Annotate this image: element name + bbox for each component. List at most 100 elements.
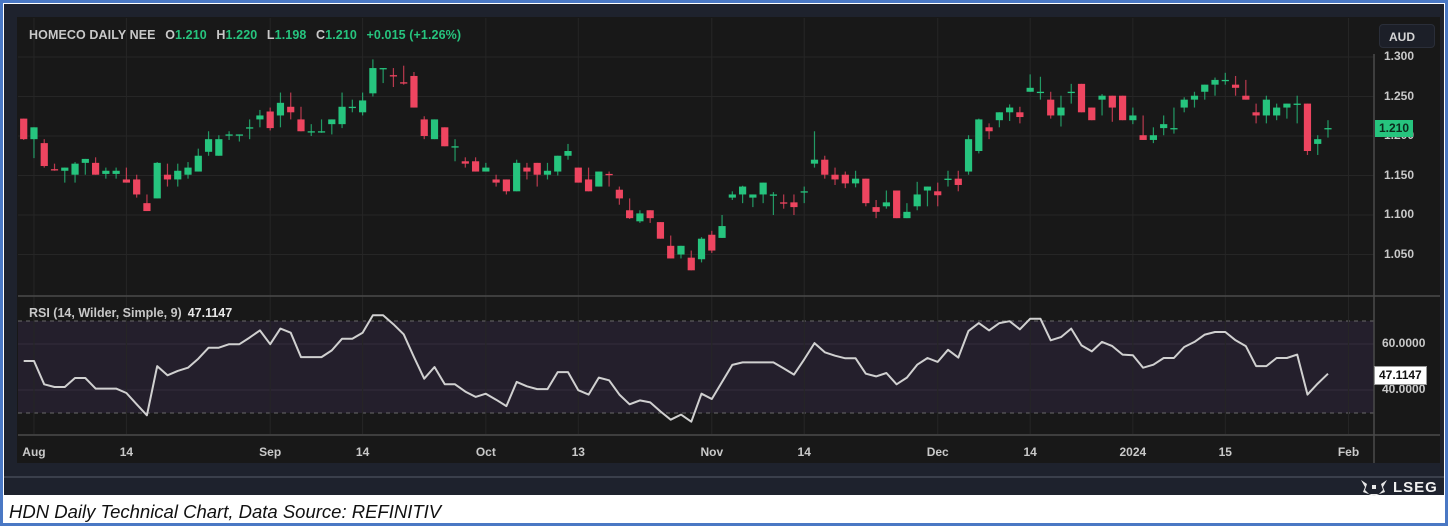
candle-body — [574, 167, 582, 183]
time-tick-label: 13 — [571, 445, 585, 459]
candle-body — [1201, 84, 1209, 92]
candle-body — [30, 127, 38, 140]
candle-body — [204, 139, 213, 152]
candle — [1262, 95, 1270, 124]
candle — [451, 139, 459, 162]
candle — [964, 135, 973, 175]
currency-button[interactable]: AUD — [1379, 24, 1435, 48]
candle-body — [1160, 124, 1168, 129]
candle — [1160, 115, 1168, 136]
candle-body — [667, 245, 675, 259]
candle-body — [1067, 91, 1075, 94]
candle — [810, 131, 819, 168]
candle — [471, 157, 480, 172]
candle-body — [697, 238, 706, 260]
candle — [235, 134, 243, 142]
candle — [739, 185, 747, 204]
candle — [800, 186, 808, 204]
candle-body — [389, 75, 398, 77]
candle — [1201, 84, 1209, 100]
open-value: 1.210 — [175, 28, 207, 42]
candle-body — [297, 119, 305, 132]
candle — [790, 194, 798, 215]
candle — [656, 222, 665, 239]
candle-body — [615, 189, 623, 199]
price-tick-label: 1.300 — [1384, 49, 1415, 63]
candle-body — [523, 167, 531, 172]
candle — [225, 131, 233, 140]
candle-body — [656, 222, 665, 239]
candle-body — [862, 178, 870, 204]
candle-body — [266, 111, 274, 129]
candle-body — [1273, 107, 1281, 116]
candle-body — [471, 161, 480, 172]
candle — [1057, 95, 1065, 127]
candle — [595, 171, 603, 187]
candle — [389, 68, 398, 88]
candle-body — [81, 158, 89, 163]
candle — [102, 167, 110, 179]
candle-body — [646, 210, 654, 219]
candle — [1242, 79, 1250, 100]
candle-body — [143, 203, 151, 212]
candle-body — [379, 68, 387, 70]
candle — [882, 190, 890, 209]
candle-body — [194, 155, 202, 172]
candle-body — [184, 167, 192, 175]
open-label: O — [165, 28, 176, 42]
candle — [1149, 127, 1157, 144]
candle — [1283, 103, 1291, 119]
candle — [1067, 83, 1075, 104]
candle-body — [739, 186, 747, 195]
candle — [759, 182, 767, 204]
candle — [317, 119, 326, 133]
candle-body — [1303, 103, 1312, 152]
time-tick-label: Aug — [22, 445, 46, 459]
candle-body — [1324, 128, 1332, 130]
candle — [677, 245, 685, 259]
candle-body — [944, 178, 952, 180]
candle-body — [677, 245, 685, 255]
chart-plot-area[interactable] — [4, 4, 1444, 474]
candle — [1006, 104, 1014, 121]
logo-text: LSEG — [1393, 478, 1438, 496]
candle — [369, 59, 377, 97]
candle-body — [61, 167, 69, 171]
time-tick-label: Oct — [475, 445, 496, 459]
candle — [975, 118, 983, 154]
time-tick-label: Nov — [700, 445, 724, 459]
candle — [276, 92, 285, 128]
candle-body — [410, 75, 418, 108]
candle-body — [584, 179, 593, 192]
candle-body — [934, 191, 942, 196]
candle-body — [112, 170, 120, 174]
candle — [934, 182, 942, 207]
candle — [564, 143, 572, 160]
candle-body — [718, 226, 726, 238]
chart-window: HOMECO DAILY NEE O1.210 H1.220 L1.198 C1… — [4, 4, 1444, 496]
candle-body — [276, 102, 285, 116]
ohlc-header: HOMECO DAILY NEE O1.210 H1.220 L1.198 C1… — [29, 28, 467, 42]
candle-body — [256, 115, 264, 120]
candle — [441, 127, 449, 147]
candle — [554, 155, 562, 176]
symbol-label: HOMECO DAILY NEE — [29, 28, 156, 42]
candle-body — [595, 171, 603, 187]
candle-body — [215, 139, 223, 156]
rsi-band — [18, 321, 1374, 413]
close-label: C — [316, 28, 326, 42]
candle-body — [1149, 135, 1157, 140]
candle — [687, 250, 695, 271]
candle-body — [451, 146, 459, 148]
candle-body — [1077, 83, 1086, 113]
rsi-legend: RSI (14, Wilder, Simple, 9) 47.1147 — [29, 306, 232, 320]
candle — [944, 170, 952, 187]
candle — [1098, 94, 1106, 116]
candle-body — [831, 174, 839, 180]
candle — [985, 123, 993, 140]
candle-body — [821, 159, 829, 175]
candle — [348, 99, 356, 113]
candle — [184, 162, 192, 179]
candle-body — [1190, 95, 1199, 100]
candle-body — [1283, 103, 1291, 108]
